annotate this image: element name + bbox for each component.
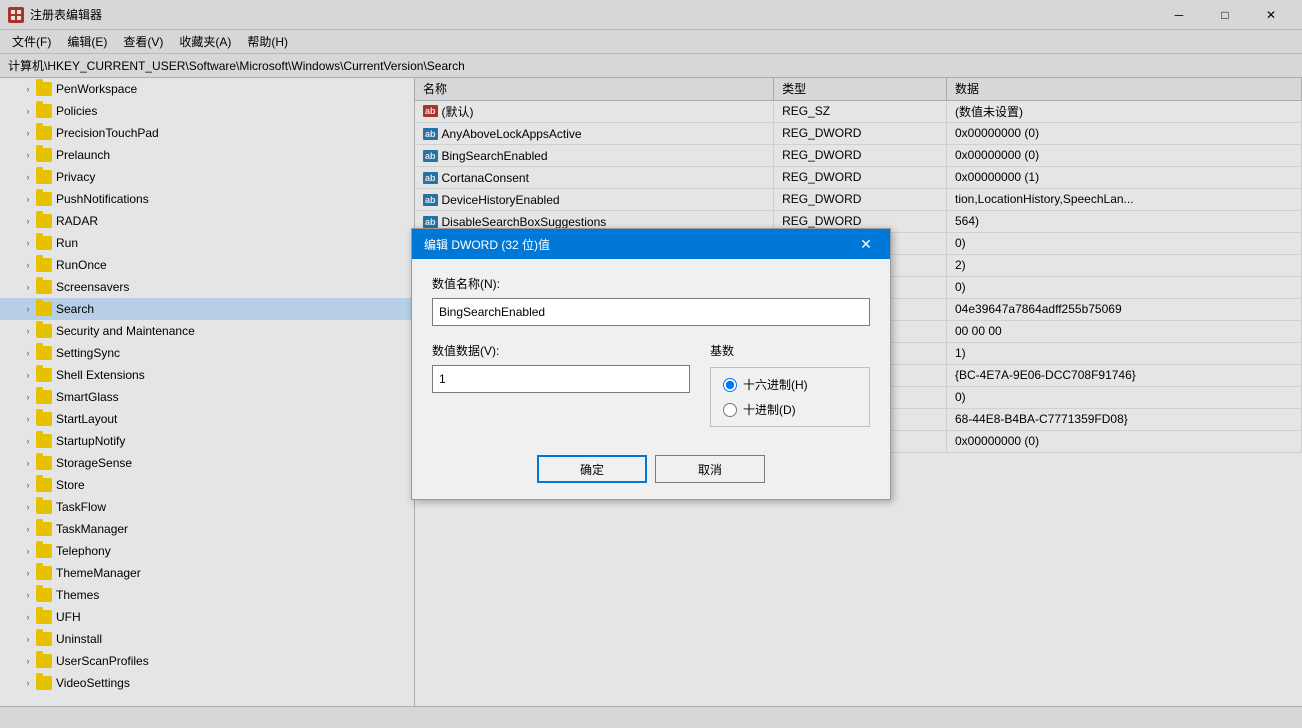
radio-group: 十六进制(H) 十进制(D) [710, 367, 870, 427]
dialog-buttons: 确定 取消 [432, 443, 870, 483]
radio-dec-label[interactable]: 十进制(D) [723, 401, 857, 418]
confirm-button[interactable]: 确定 [537, 455, 647, 483]
dialog-title: 编辑 DWORD (32 位)值 [424, 236, 854, 253]
radio-hex-text: 十六进制(H) [743, 376, 808, 393]
name-input[interactable] [432, 298, 870, 326]
dialog-value-row: 数值数据(V): 基数 十六进制(H) 十进制(D) [432, 342, 870, 427]
radio-dec[interactable] [723, 403, 737, 417]
radio-hex-label[interactable]: 十六进制(H) [723, 376, 857, 393]
value-input[interactable] [432, 365, 690, 393]
base-section: 基数 十六进制(H) 十进制(D) [710, 342, 870, 427]
value-section: 数值数据(V): [432, 342, 690, 427]
base-title: 基数 [710, 342, 870, 359]
cancel-button[interactable]: 取消 [655, 455, 765, 483]
radio-hex[interactable] [723, 378, 737, 392]
dialog-close-button[interactable]: ✕ [854, 232, 878, 256]
dialog-body: 数值名称(N): 数值数据(V): 基数 十六进制(H) [412, 259, 890, 499]
name-label: 数值名称(N): [432, 275, 870, 292]
edit-dword-dialog: 编辑 DWORD (32 位)值 ✕ 数值名称(N): 数值数据(V): 基数 … [411, 228, 891, 500]
dialog-overlay: 编辑 DWORD (32 位)值 ✕ 数值名称(N): 数值数据(V): 基数 … [0, 0, 1302, 728]
value-label: 数值数据(V): [432, 342, 690, 359]
radio-dec-text: 十进制(D) [743, 401, 796, 418]
dialog-title-bar: 编辑 DWORD (32 位)值 ✕ [412, 229, 890, 259]
